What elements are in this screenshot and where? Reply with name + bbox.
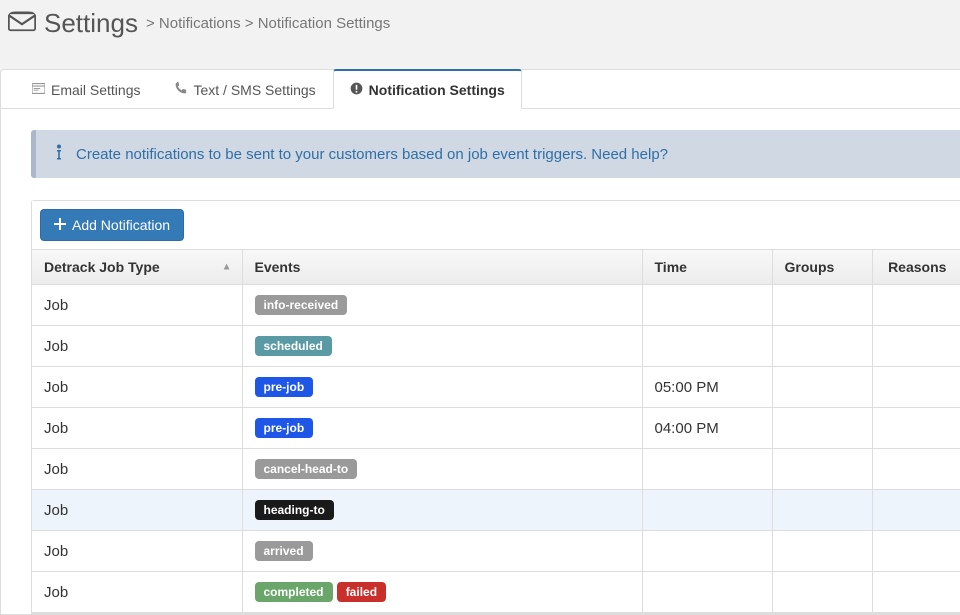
envelope-icon: [8, 11, 36, 36]
page-header: Settings > Notifications > Notification …: [0, 0, 960, 51]
cell-reasons: [872, 408, 960, 449]
cell-reasons: [872, 449, 960, 490]
cell-time: [642, 490, 772, 531]
cell-reasons: [872, 490, 960, 531]
cell-time: [642, 285, 772, 326]
cell-jobtype: Job: [32, 326, 242, 367]
cell-events: arrived: [242, 531, 642, 572]
event-badge: pre-job: [255, 418, 314, 438]
tab-label: Text / SMS Settings: [193, 82, 315, 98]
cell-groups: [772, 326, 872, 367]
col-reasons[interactable]: Reasons: [872, 250, 960, 285]
cell-groups: [772, 490, 872, 531]
cell-jobtype: Job: [32, 531, 242, 572]
cell-events: pre-job: [242, 408, 642, 449]
cell-reasons: [872, 531, 960, 572]
cell-jobtype: Job: [32, 572, 242, 613]
event-badge: pre-job: [255, 377, 314, 397]
sort-asc-icon: ▲: [222, 262, 232, 273]
cell-groups: [772, 285, 872, 326]
event-badge: cancel-head-to: [255, 459, 358, 479]
cell-groups: [772, 572, 872, 613]
col-groups[interactable]: Groups: [772, 250, 872, 285]
table-panel: Add Notification Detrack Job Type ▲ Even…: [31, 200, 960, 614]
cell-jobtype: Job: [32, 285, 242, 326]
event-badge: failed: [337, 582, 386, 602]
card-icon: [32, 82, 45, 98]
cell-groups: [772, 531, 872, 572]
tab-sms-settings[interactable]: Text / SMS Settings: [157, 69, 332, 109]
cell-reasons: [872, 367, 960, 408]
cell-groups: [772, 408, 872, 449]
add-notification-label: Add Notification: [72, 217, 170, 233]
cell-jobtype: Job: [32, 490, 242, 531]
tab-label: Notification Settings: [369, 82, 505, 98]
event-badge: heading-to: [255, 500, 334, 520]
cell-jobtype: Job: [32, 449, 242, 490]
table-row[interactable]: Job cancel-head-to: [32, 449, 960, 490]
table-toolbar: Add Notification: [32, 201, 960, 250]
cell-jobtype: Job: [32, 367, 242, 408]
cell-events: heading-to: [242, 490, 642, 531]
notifications-table: Detrack Job Type ▲ Events Time Groups Re…: [32, 250, 960, 613]
table-row[interactable]: Job heading-to: [32, 490, 960, 531]
col-events[interactable]: Events: [242, 250, 642, 285]
table-row[interactable]: Job arrived: [32, 531, 960, 572]
info-text: Create notifications to be sent to your …: [76, 146, 668, 163]
cell-events: completed failed: [242, 572, 642, 613]
info-icon: [54, 144, 64, 164]
col-jobtype[interactable]: Detrack Job Type ▲: [32, 250, 242, 285]
plus-icon: [54, 217, 66, 233]
cell-events: scheduled: [242, 326, 642, 367]
cell-events: cancel-head-to: [242, 449, 642, 490]
cell-time: [642, 531, 772, 572]
col-time[interactable]: Time: [642, 250, 772, 285]
table-row[interactable]: Job scheduled: [32, 326, 960, 367]
cell-events: pre-job: [242, 367, 642, 408]
tab-email-settings[interactable]: Email Settings: [15, 69, 157, 109]
breadcrumb: > Notifications > Notification Settings: [146, 15, 390, 32]
cell-events: info-received: [242, 285, 642, 326]
page-title: Settings: [44, 8, 138, 39]
table-row[interactable]: Jobcompleted failed: [32, 572, 960, 613]
cell-time: 04:00 PM: [642, 408, 772, 449]
event-badge: info-received: [255, 295, 348, 315]
phone-icon: [174, 82, 187, 98]
event-badge: scheduled: [255, 336, 332, 356]
exclamation-circle-icon: [350, 82, 363, 98]
table-body: Job info-received Job scheduled Job pre-job…: [32, 285, 960, 613]
tab-notification-settings[interactable]: Notification Settings: [333, 69, 522, 109]
table-row[interactable]: Job pre-job 05:00 PM: [32, 367, 960, 408]
cell-time: 05:00 PM: [642, 367, 772, 408]
cell-jobtype: Job: [32, 408, 242, 449]
cell-reasons: [872, 285, 960, 326]
event-badge: arrived: [255, 541, 313, 561]
breadcrumb-notifications: Notifications: [159, 15, 241, 32]
cell-reasons: [872, 326, 960, 367]
cell-reasons: [872, 572, 960, 613]
cell-groups: [772, 367, 872, 408]
add-notification-button[interactable]: Add Notification: [40, 209, 184, 241]
tab-label: Email Settings: [51, 82, 140, 98]
breadcrumb-notification-settings: Notification Settings: [258, 15, 391, 32]
tabs: Email Settings Text / SMS Settings Notif…: [1, 68, 960, 109]
info-banner: Create notifications to be sent to your …: [31, 130, 960, 178]
tab-content: Create notifications to be sent to your …: [1, 110, 960, 614]
event-badge: completed: [255, 582, 333, 602]
cell-groups: [772, 449, 872, 490]
need-help-link[interactable]: Need help?: [591, 146, 668, 163]
table-row[interactable]: Job info-received: [32, 285, 960, 326]
cell-time: [642, 572, 772, 613]
main-panel: Email Settings Text / SMS Settings Notif…: [0, 69, 960, 615]
table-row[interactable]: Job pre-job 04:00 PM: [32, 408, 960, 449]
cell-time: [642, 326, 772, 367]
cell-time: [642, 449, 772, 490]
